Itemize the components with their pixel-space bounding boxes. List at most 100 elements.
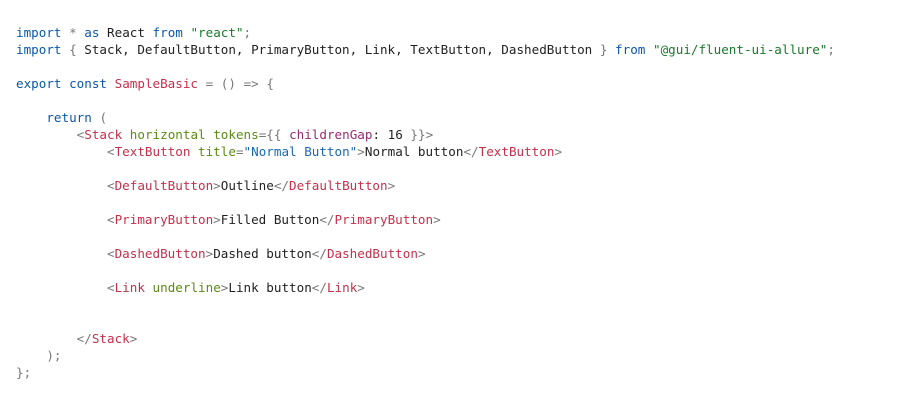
code-token: as <box>84 25 100 40</box>
code-token: () <box>220 76 236 91</box>
code-token: horizontal <box>129 127 206 142</box>
code-line: import { Stack, DefaultButton, PrimaryBu… <box>16 41 835 58</box>
code-token: Link button <box>228 280 312 295</box>
code-line: <PrimaryButton>Filled Button</PrimaryBut… <box>16 211 835 228</box>
code-token: ( <box>99 110 108 125</box>
code-token: {{ <box>266 127 282 142</box>
code-token: > <box>433 212 441 227</box>
code-token: underline <box>152 280 221 295</box>
code-token: Stack <box>91 331 130 346</box>
code-token: </ <box>319 212 335 227</box>
code-token: "Normal Button" <box>243 144 358 159</box>
code-token: { <box>69 42 77 57</box>
code-line: <DashedButton>Dashed button</DashedButto… <box>16 245 835 262</box>
code-token: }; <box>16 365 32 380</box>
code-token: < <box>107 246 115 261</box>
code-token: </ <box>311 246 327 261</box>
code-token: Link <box>114 280 145 295</box>
code-token: => <box>243 76 259 91</box>
code-token: export <box>16 76 62 91</box>
code-token: DefaultButton <box>114 178 214 193</box>
code-token: </ <box>76 331 92 346</box>
code-token: ); <box>46 348 62 363</box>
code-line: ); <box>16 347 835 364</box>
code-token: Link <box>326 280 358 295</box>
code-token: </ <box>273 178 290 193</box>
code-token: * <box>69 25 77 40</box>
code-line: <DefaultButton>Outline</DefaultButton> <box>16 177 835 194</box>
code-token: </ <box>311 280 327 295</box>
code-token: }} <box>410 127 426 142</box>
code-token: > <box>213 212 221 227</box>
code-token: = <box>235 144 244 159</box>
code-token: < <box>107 144 115 159</box>
code-token: ; <box>243 25 252 40</box>
code-token: > <box>554 144 563 159</box>
code-token: childrenGap <box>289 127 373 142</box>
code-token: TextButton <box>114 144 191 159</box>
code-token: const <box>69 76 108 91</box>
code-token: return <box>46 110 92 125</box>
code-token: < <box>107 280 115 295</box>
code-line: export const SampleBasic = () => { <box>16 75 835 92</box>
code-line: return ( <box>16 109 835 126</box>
code-token: > <box>357 144 365 159</box>
code-token: > <box>425 127 434 142</box>
code-token: ; <box>827 42 835 57</box>
code-token: from <box>152 25 183 40</box>
code-token: DashedButton <box>114 246 206 261</box>
code-token: > <box>387 178 396 193</box>
code-token: DefaultButton <box>289 178 388 193</box>
code-line: <Stack horizontal tokens={{ childrenGap:… <box>16 126 835 143</box>
code-token: > <box>129 331 138 346</box>
code-token: import <box>16 42 62 57</box>
code-token: </ <box>463 144 479 159</box>
code-token: DashedButton <box>326 246 418 261</box>
code-token: Filled Button <box>220 212 320 227</box>
code-token: Outline <box>220 178 274 193</box>
code-token: < <box>107 178 115 193</box>
code-token: { <box>266 76 274 91</box>
code-token: SampleBasic <box>114 76 199 91</box>
code-token: PrimaryButton <box>334 212 434 227</box>
code-token: Stack <box>84 127 123 142</box>
code-token: from <box>615 42 646 57</box>
code-token: title <box>198 144 236 159</box>
code-token: "react" <box>190 25 244 40</box>
code-token: Normal button <box>364 144 464 159</box>
code-token: import <box>16 25 62 40</box>
code-token: PrimaryButton <box>114 212 214 227</box>
code-block: import * as React from "react"; import { … <box>16 24 835 381</box>
code-line: <Link underline>Link button</Link> <box>16 279 835 296</box>
code-line: import * as React from "react"; <box>16 24 835 41</box>
